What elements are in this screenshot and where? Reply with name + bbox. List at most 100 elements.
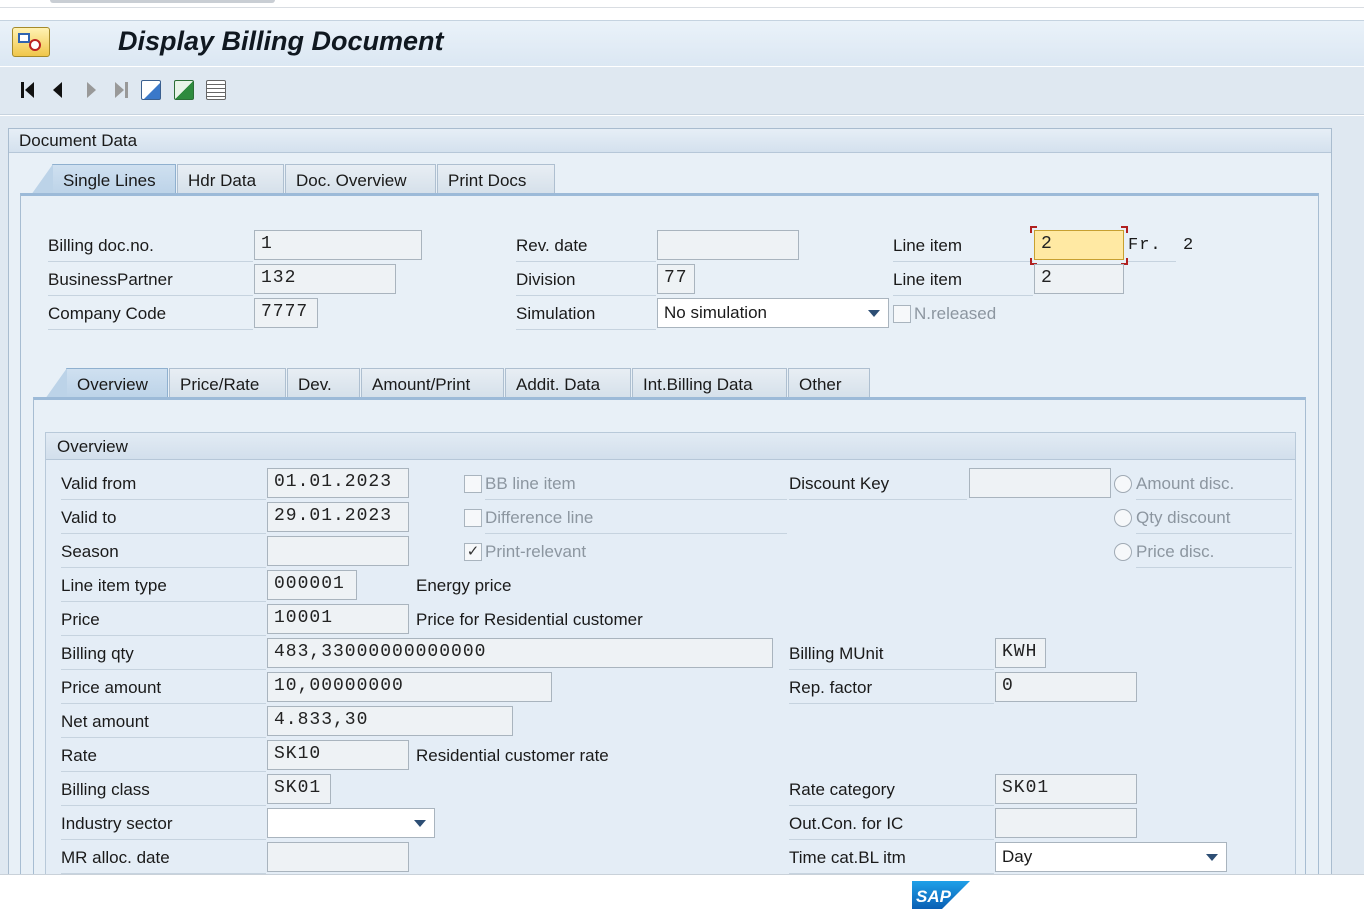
overview-group-title-text: Overview: [57, 437, 128, 456]
from-label: Fr.: [1128, 236, 1176, 262]
tab-addit-data[interactable]: Addit. Data: [505, 368, 631, 398]
simulation-select[interactable]: No simulation: [657, 298, 889, 328]
sap-logo-icon: SAP: [912, 881, 970, 909]
time-cat-bl-itm-select[interactable]: Day: [995, 842, 1227, 872]
company-code-field[interactable]: 7777: [254, 298, 318, 328]
rep-factor-field[interactable]: 0: [995, 672, 1137, 702]
top-strip: [0, 0, 1364, 8]
out-con-ic-label: Out.Con. for IC: [789, 814, 994, 840]
price-amount-field[interactable]: 10,00000000: [267, 672, 552, 702]
industry-sector-label: Industry sector: [61, 814, 266, 840]
line-item-type-field[interactable]: 000001: [267, 570, 357, 600]
discount-key-field[interactable]: [969, 468, 1111, 498]
layout-list-icon[interactable]: [205, 79, 227, 101]
document-data-title-text: Document Data: [19, 131, 138, 150]
bb-line-item-label: BB line item: [485, 474, 787, 500]
billing-doc-no-label: Billing doc.no.: [48, 236, 253, 262]
valid-to-field[interactable]: 29.01.2023: [267, 502, 409, 532]
page-title: Display Billing Document: [118, 26, 444, 56]
business-partner-label: BusinessPartner: [48, 270, 253, 296]
billing-doc-no-field[interactable]: 1: [254, 230, 422, 260]
tab-hdr-data[interactable]: Hdr Data: [177, 164, 284, 194]
rev-date-label: Rev. date: [516, 236, 656, 262]
mr-alloc-date-field[interactable]: [267, 842, 409, 872]
rate-text: Residential customer rate: [416, 746, 609, 765]
chevron-down-icon: [868, 310, 880, 317]
tab-int-billing-data[interactable]: Int.Billing Data: [632, 368, 787, 398]
bb-line-item-checkbox[interactable]: [464, 475, 482, 493]
menu-icon[interactable]: [12, 27, 50, 57]
last-page-icon[interactable]: [110, 79, 132, 101]
tab-dev[interactable]: Dev.: [287, 368, 360, 398]
price-text: Price for Residential customer: [416, 610, 643, 629]
document-data-title: Document Data: [9, 129, 1331, 153]
time-cat-bl-itm-value: Day: [1002, 847, 1033, 866]
valid-from-field[interactable]: 01.01.2023: [267, 468, 409, 498]
focus-corner: [1030, 226, 1037, 233]
chevron-down-icon: [414, 820, 426, 827]
simulation-label: Simulation: [516, 304, 656, 330]
next-page-icon[interactable]: [80, 79, 102, 101]
line-item-field-2[interactable]: 2: [1034, 264, 1124, 294]
print-relevant-label: Print-relevant: [485, 542, 587, 561]
focus-corner: [1121, 226, 1128, 233]
price-field[interactable]: 10001: [267, 604, 409, 634]
company-code-label: Company Code: [48, 304, 253, 330]
rev-date-field[interactable]: [657, 230, 799, 260]
print-relevant-checkbox[interactable]: ✓: [464, 543, 482, 561]
from-value: 2: [1183, 236, 1194, 255]
tab-price-rate[interactable]: Price/Rate: [169, 368, 286, 398]
first-page-icon[interactable]: [16, 79, 38, 101]
billing-qty-field[interactable]: 483,33000000000000: [267, 638, 773, 668]
difference-line-checkbox[interactable]: [464, 509, 482, 527]
line-item-label: Line item: [893, 236, 1033, 262]
line-item-type-label: Line item type: [61, 576, 266, 602]
net-amount-label: Net amount: [61, 712, 266, 738]
out-con-ic-field[interactable]: [995, 808, 1137, 838]
billing-qty-label: Billing qty: [61, 644, 266, 670]
line-item-type-text: Energy price: [416, 576, 512, 595]
rate-field[interactable]: SK10: [267, 740, 409, 770]
n-released-checkbox[interactable]: [893, 305, 911, 323]
billing-munit-field[interactable]: KWH: [995, 638, 1046, 668]
rate-category-label: Rate category: [789, 780, 994, 806]
rep-factor-label: Rep. factor: [789, 678, 994, 704]
tab-print-docs[interactable]: Print Docs: [437, 164, 555, 194]
amount-disc-label: Amount disc.: [1136, 474, 1292, 500]
tab-other[interactable]: Other: [788, 368, 870, 398]
division-field[interactable]: 77: [657, 264, 695, 294]
rate-category-field[interactable]: SK01: [995, 774, 1137, 804]
tab-single-lines[interactable]: Single Lines: [31, 164, 176, 195]
tab-amount-print[interactable]: Amount/Print: [361, 368, 504, 398]
season-label: Season: [61, 542, 266, 568]
price-disc-label: Price disc.: [1136, 542, 1292, 568]
difference-line-label: Difference line: [485, 508, 787, 534]
previous-page-icon[interactable]: [46, 79, 68, 101]
excel-export-icon[interactable]: [173, 79, 195, 101]
business-partner-field[interactable]: 132: [254, 264, 396, 294]
qty-discount-label: Qty discount: [1136, 508, 1292, 534]
line-item-label-2: Line item: [893, 270, 1033, 296]
overview-group-title: Overview: [46, 433, 1295, 460]
season-field[interactable]: [267, 536, 409, 566]
valid-to-label: Valid to: [61, 508, 266, 534]
discount-key-label: Discount Key: [789, 474, 967, 500]
time-cat-bl-itm-label: Time cat.BL itm: [789, 848, 994, 874]
rate-label: Rate: [61, 746, 266, 772]
tab-overview[interactable]: Overview: [45, 368, 168, 399]
line-item-field[interactable]: 2: [1034, 230, 1124, 260]
mr-alloc-date-label: MR alloc. date: [61, 848, 266, 874]
qty-discount-radio[interactable]: [1114, 509, 1132, 527]
billing-class-field[interactable]: SK01: [267, 774, 331, 804]
net-amount-field[interactable]: 4.833,30: [267, 706, 513, 736]
price-label: Price: [61, 610, 266, 636]
search-document-icon[interactable]: [140, 79, 162, 101]
industry-sector-select[interactable]: [267, 808, 435, 838]
window-tab: [50, 0, 275, 3]
chevron-down-icon: [1206, 854, 1218, 861]
amount-disc-radio[interactable]: [1114, 475, 1132, 493]
tab-doc-overview[interactable]: Doc. Overview: [285, 164, 436, 194]
price-amount-label: Price amount: [61, 678, 266, 704]
price-disc-radio[interactable]: [1114, 543, 1132, 561]
billing-munit-label: Billing MUnit: [789, 644, 994, 670]
